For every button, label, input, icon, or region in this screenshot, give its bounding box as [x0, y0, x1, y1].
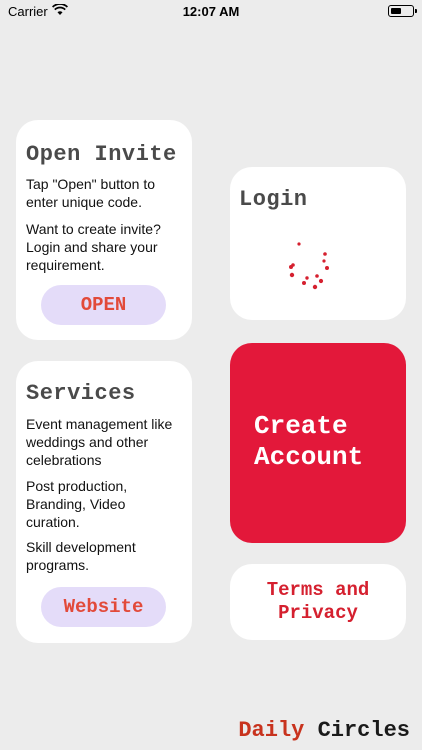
services-item-skills: Skill development programs. [26, 539, 136, 573]
services-card: Services Event management like weddings … [16, 361, 192, 643]
services-item-events: Event management like weddings and other… [26, 416, 173, 468]
login-card[interactable]: Login [230, 167, 406, 320]
spinner-icon [289, 242, 329, 290]
services-title: Services [26, 381, 136, 406]
terms-line2: Privacy [278, 602, 358, 624]
open-invite-card: Open Invite Tap "Open" button to enter u… [16, 120, 192, 340]
website-button[interactable]: Website [41, 587, 166, 627]
open-invite-instructions: Tap "Open" button to enter unique code. [26, 176, 156, 210]
create-account-label: Create Account [254, 411, 404, 473]
open-invite-login-hint: Want to create invite? Login and share y… [26, 221, 161, 273]
battery-icon [388, 5, 417, 17]
brand-word-daily: Daily [238, 718, 305, 743]
create-account-button[interactable]: Create Account [230, 343, 406, 543]
terms-privacy-button[interactable]: Terms and Privacy [230, 564, 406, 640]
create-account-line1: Create [254, 411, 348, 441]
status-bar: Carrier 12:07 AM [0, 0, 422, 24]
login-title: Login [239, 187, 308, 212]
brand-word-circles: Circles [317, 718, 410, 743]
open-button[interactable]: OPEN [41, 285, 166, 325]
terms-privacy-label: Terms and Privacy [230, 579, 406, 625]
create-account-line2: Account [254, 442, 364, 472]
brand-logo: Daily Circles [238, 718, 410, 743]
clock-time: 12:07 AM [182, 4, 240, 19]
services-item-production: Post production, Branding, Video curatio… [26, 478, 128, 530]
open-invite-title: Open Invite [26, 142, 177, 167]
terms-line1: Terms and [266, 579, 370, 601]
